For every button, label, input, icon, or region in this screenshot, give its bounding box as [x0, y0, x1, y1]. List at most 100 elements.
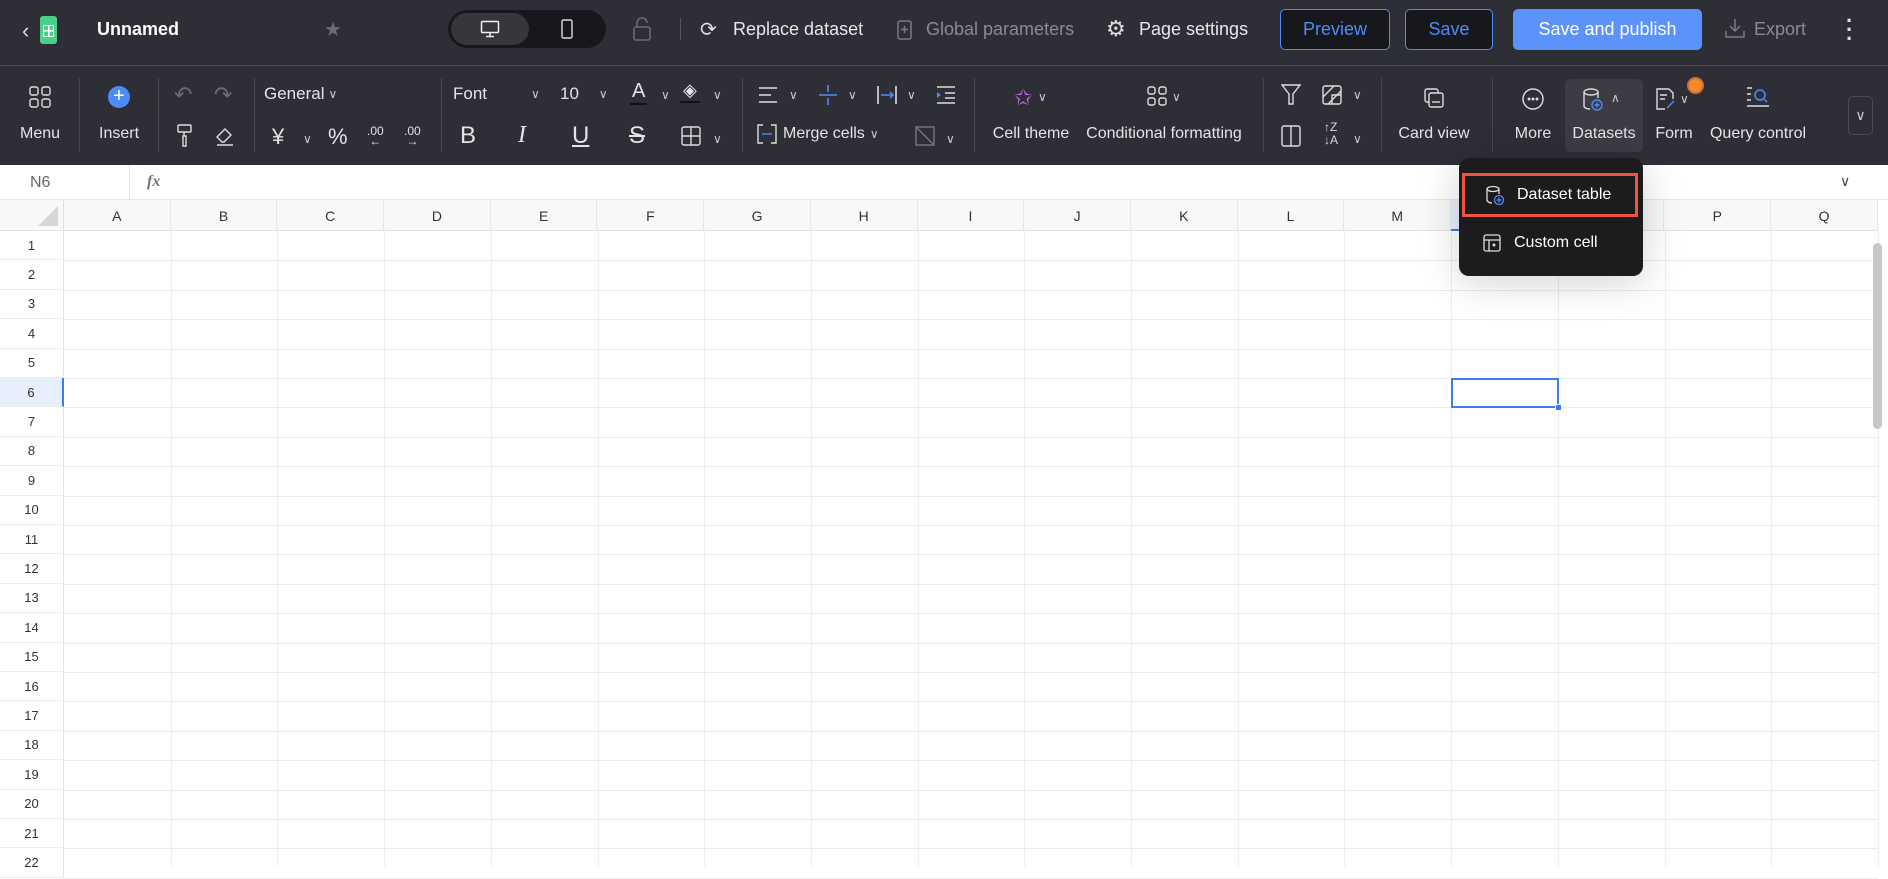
row-header-16[interactable]: 16: [0, 672, 64, 702]
font-select[interactable]: Font ∨: [453, 84, 540, 104]
row-header-5[interactable]: 5: [0, 348, 64, 378]
column-header-A[interactable]: A: [64, 200, 171, 231]
freeze-panes-icon[interactable]: [1281, 125, 1301, 147]
format-painter-icon[interactable]: [177, 124, 193, 148]
card-view-icon[interactable]: [1424, 88, 1444, 108]
vertical-align-icon[interactable]: [818, 84, 838, 106]
more-options-icon[interactable]: · · ·: [1846, 10, 1853, 50]
font-color-icon[interactable]: A: [630, 80, 648, 105]
row-header-15[interactable]: 15: [0, 642, 64, 672]
save-and-publish-button[interactable]: Save and publish: [1513, 9, 1702, 50]
decrease-decimal-icon[interactable]: .00 ←: [367, 125, 384, 147]
eraser-icon[interactable]: [215, 126, 235, 146]
column-header-P[interactable]: P: [1665, 200, 1772, 231]
vertical-scrollbar[interactable]: [1873, 243, 1882, 429]
row-header-22[interactable]: 22: [0, 848, 64, 878]
desktop-view-button[interactable]: [451, 13, 529, 45]
percent-icon[interactable]: %: [328, 124, 348, 150]
bold-icon[interactable]: B: [460, 122, 476, 150]
row-header-19[interactable]: 19: [0, 760, 64, 790]
conditional-formatting-icon[interactable]: [1147, 86, 1167, 106]
filter-icon[interactable]: [1281, 84, 1301, 106]
preview-button[interactable]: Preview: [1280, 9, 1390, 50]
sort-icon[interactable]: ↑Z ↓A: [1324, 121, 1338, 147]
row-header-6[interactable]: 6: [0, 378, 64, 408]
more-icon[interactable]: [1522, 88, 1544, 110]
row-header-2[interactable]: 2: [0, 260, 64, 290]
query-control-icon[interactable]: [1746, 86, 1770, 108]
report-title[interactable]: Unnamed: [97, 19, 179, 40]
conditional-formatting-button[interactable]: Conditional formatting: [1086, 125, 1242, 143]
column-header-F[interactable]: F: [598, 200, 705, 231]
card-view-button[interactable]: Card view: [1398, 125, 1469, 143]
row-header-21[interactable]: 21: [0, 819, 64, 849]
replace-dataset-button[interactable]: Replace dataset: [733, 19, 863, 40]
row-header-9[interactable]: 9: [0, 466, 64, 496]
column-header-C[interactable]: C: [277, 200, 385, 231]
expand-formula-icon[interactable]: ∨: [1840, 173, 1850, 190]
cell-theme-button[interactable]: Cell theme: [993, 125, 1069, 143]
form-button[interactable]: Form: [1655, 125, 1692, 143]
currency-icon[interactable]: ¥: [272, 124, 284, 150]
page-settings-button[interactable]: Page settings: [1139, 19, 1248, 40]
borders-icon[interactable]: [681, 126, 701, 146]
cell-reference[interactable]: N6: [30, 174, 50, 192]
menu-grid-icon[interactable]: [29, 86, 51, 108]
row-header-14[interactable]: 14: [0, 613, 64, 643]
insert-button[interactable]: Insert: [99, 125, 139, 143]
row-header-8[interactable]: 8: [0, 436, 64, 467]
row-header-10[interactable]: 10: [0, 495, 64, 525]
column-header-L[interactable]: L: [1238, 200, 1345, 231]
row-header-20[interactable]: 20: [0, 789, 64, 819]
row-header-3[interactable]: 3: [0, 289, 64, 320]
column-header-G[interactable]: G: [704, 200, 811, 231]
menu-button[interactable]: Menu: [20, 125, 60, 143]
row-header-13[interactable]: 13: [0, 583, 64, 614]
column-header-I[interactable]: I: [918, 200, 1025, 231]
increase-decimal-icon[interactable]: .00 →: [404, 125, 421, 147]
row-header-11[interactable]: 11: [0, 525, 64, 555]
column-header-H[interactable]: H: [811, 200, 918, 231]
mobile-view-button[interactable]: [532, 13, 602, 45]
global-parameters-button[interactable]: Global parameters: [926, 19, 1074, 40]
column-header-B[interactable]: B: [171, 200, 278, 231]
back-icon[interactable]: ‹: [22, 18, 29, 44]
undo-icon[interactable]: ↶: [174, 82, 192, 108]
row-header-4[interactable]: 4: [0, 319, 64, 349]
row-header-18[interactable]: 18: [0, 730, 64, 761]
query-control-button[interactable]: Query control: [1710, 125, 1806, 143]
column-header-M[interactable]: M: [1344, 200, 1452, 231]
text-wrap-icon[interactable]: [876, 84, 898, 106]
fill-color-icon[interactable]: ◈: [680, 80, 700, 103]
font-size-select[interactable]: 10 ∨: [560, 84, 608, 104]
horizontal-align-icon[interactable]: [758, 86, 778, 104]
lock-icon[interactable]: [632, 16, 652, 42]
column-header-J[interactable]: J: [1024, 200, 1131, 231]
fill-handle[interactable]: [1555, 404, 1562, 411]
strikethrough-icon[interactable]: S: [629, 122, 645, 150]
collapse-toolbar-button[interactable]: ∨: [1848, 96, 1873, 135]
underline-icon[interactable]: U: [572, 122, 589, 150]
column-header-E[interactable]: E: [491, 200, 598, 231]
redo-icon[interactable]: ↷: [214, 82, 232, 108]
cell-theme-icon[interactable]: ✩: [1014, 85, 1032, 111]
column-header-D[interactable]: D: [384, 200, 491, 231]
menu-item-dataset-table[interactable]: Dataset table: [1462, 173, 1638, 217]
datasets-button[interactable]: ∧ Datasets: [1565, 79, 1643, 152]
more-button[interactable]: More: [1515, 125, 1551, 143]
merge-cells-button[interactable]: Merge cells ∨: [757, 124, 879, 144]
number-format-select[interactable]: General ∨: [264, 84, 337, 104]
export-button[interactable]: Export: [1754, 19, 1806, 40]
save-button[interactable]: Save: [1405, 9, 1493, 50]
diagonal-border-icon[interactable]: [915, 126, 935, 146]
form-icon[interactable]: [1655, 88, 1675, 110]
column-header-K[interactable]: K: [1131, 200, 1238, 231]
italic-icon[interactable]: I: [518, 122, 526, 149]
menu-item-custom-cell[interactable]: Custom cell: [1462, 221, 1638, 265]
data-validation-icon[interactable]: [1322, 85, 1342, 105]
column-header-Q[interactable]: Q: [1771, 200, 1878, 231]
row-header-12[interactable]: 12: [0, 554, 64, 584]
row-header-7[interactable]: 7: [0, 407, 64, 437]
indent-icon[interactable]: [936, 85, 956, 105]
selected-cell[interactable]: [1451, 378, 1559, 408]
